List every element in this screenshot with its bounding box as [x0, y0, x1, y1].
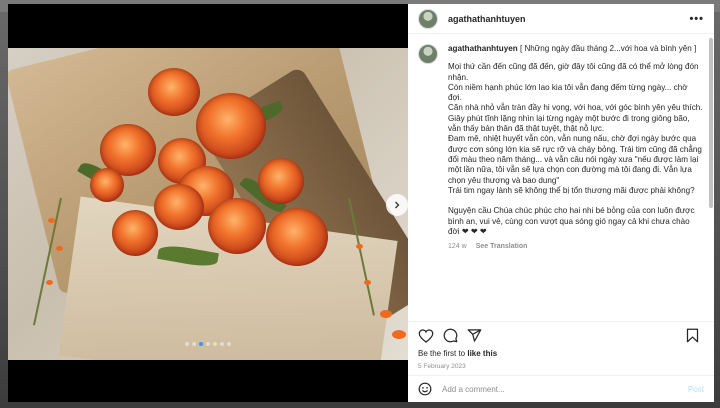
caption-scrollbar[interactable] — [709, 38, 713, 208]
rose — [154, 184, 204, 230]
see-translation-link[interactable]: See Translation — [476, 243, 528, 250]
flower-bud — [356, 244, 363, 249]
share-button[interactable] — [464, 326, 484, 346]
post-author-username[interactable]: agathathanhtuyen — [448, 14, 689, 24]
chevron-right-icon — [395, 201, 400, 209]
flower-bud — [46, 280, 53, 285]
share-icon — [467, 329, 481, 342]
comment-button[interactable] — [440, 326, 460, 346]
flower-bud — [48, 218, 55, 223]
flower-bud — [380, 310, 392, 318]
carousel-indicator — [8, 342, 408, 346]
avatar[interactable] — [418, 8, 438, 29]
post-details-panel: agathathanhtuyen ••• agathathanhtuyen [ … — [408, 4, 714, 402]
rose — [148, 68, 200, 116]
caption-title: [ Những ngày đầu tháng 2...với hoa và bì… — [519, 44, 697, 53]
post-age[interactable]: 124 w — [448, 243, 467, 250]
emoji-icon[interactable] — [418, 382, 432, 396]
caption: agathathanhtuyen [ Những ngày đầu tháng … — [418, 44, 704, 237]
carousel-dot — [206, 342, 210, 346]
more-options-icon[interactable]: ••• — [689, 13, 704, 25]
caption-text: agathathanhtuyen [ Những ngày đầu tháng … — [448, 44, 703, 237]
bookmark-icon — [686, 328, 698, 343]
rose — [266, 208, 328, 266]
carousel-dot — [220, 342, 224, 346]
carousel-dot — [227, 342, 231, 346]
next-photo-button[interactable] — [386, 194, 408, 216]
post-actions — [408, 321, 714, 349]
post-comment-button[interactable]: Post — [688, 385, 704, 394]
caption-username[interactable]: agathathanhtuyen — [448, 44, 518, 53]
post-date[interactable]: 5 February 2023 — [408, 361, 714, 375]
caption-title-line: agathathanhtuyen [ Những ngày đầu tháng … — [448, 44, 703, 54]
post-modal: agathathanhtuyen ••• agathathanhtuyen [ … — [8, 4, 714, 402]
caption-avatar[interactable] — [418, 44, 438, 64]
flower-bud — [56, 246, 63, 251]
like-button[interactable] — [416, 326, 436, 346]
carousel-dot — [185, 342, 189, 346]
carousel-dot — [192, 342, 196, 346]
rose — [208, 198, 266, 254]
caption-section: agathathanhtuyen [ Những ngày đầu tháng … — [408, 34, 714, 321]
like-this-link[interactable]: like this — [467, 349, 497, 358]
rose — [90, 168, 124, 202]
carousel-dot — [213, 342, 217, 346]
rose — [196, 93, 266, 159]
comment-form: Post — [408, 375, 714, 402]
comment-input[interactable] — [442, 384, 688, 394]
caption-meta: 124 w See Translation — [448, 243, 704, 250]
likes-line: Be the first to like this — [408, 349, 714, 361]
heart-icon — [418, 328, 434, 343]
flower-bud — [392, 330, 406, 339]
carousel-dot — [199, 342, 203, 346]
post-media — [8, 4, 408, 402]
save-button[interactable] — [682, 326, 702, 346]
rose — [112, 210, 158, 256]
flower-bouquet-photo — [8, 48, 408, 360]
rose — [258, 158, 304, 204]
likes-prefix: Be the first to — [418, 349, 468, 358]
comment-icon — [443, 328, 457, 343]
post-header: agathathanhtuyen ••• — [408, 4, 714, 34]
flower-bud — [364, 280, 371, 285]
caption-body: Mọi thứ cần đến cũng đã đến, giờ đây tôi… — [448, 62, 703, 237]
